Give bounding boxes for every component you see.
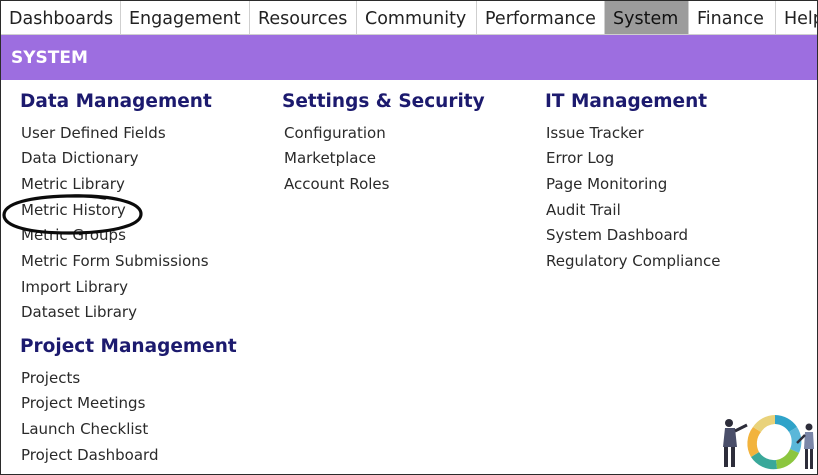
heading-project-management: Project Management [20, 336, 237, 357]
link-marketplace[interactable]: Marketplace [284, 149, 376, 167]
link-project-dashboard[interactable]: Project Dashboard [21, 446, 158, 464]
link-projects[interactable]: Projects [21, 369, 80, 387]
app-window: Dashboards Engagement Resources Communit… [0, 0, 818, 475]
link-account-roles[interactable]: Account Roles [284, 175, 389, 193]
highlight-circle [2, 194, 143, 235]
link-error-log[interactable]: Error Log [546, 149, 614, 167]
link-system-dashboard[interactable]: System Dashboard [546, 226, 688, 244]
link-import-library[interactable]: Import Library [21, 278, 128, 296]
tab-community[interactable]: Community [357, 1, 477, 34]
link-metric-form-submissions[interactable]: Metric Form Submissions [21, 252, 209, 270]
top-navigation: Dashboards Engagement Resources Communit… [1, 1, 817, 35]
tab-system[interactable]: System [605, 1, 689, 34]
link-user-defined-fields[interactable]: User Defined Fields [21, 124, 166, 142]
tab-help[interactable]: Help [776, 1, 817, 34]
section-banner: SYSTEM [1, 35, 817, 80]
heading-it-management: IT Management [545, 91, 708, 112]
link-issue-tracker[interactable]: Issue Tracker [546, 124, 644, 142]
link-configuration[interactable]: Configuration [284, 124, 386, 142]
tab-resources[interactable]: Resources [250, 1, 357, 34]
link-audit-trail[interactable]: Audit Trail [546, 201, 621, 219]
heading-data-management: Data Management [20, 91, 212, 112]
link-project-meetings[interactable]: Project Meetings [21, 394, 145, 412]
link-launch-checklist[interactable]: Launch Checklist [21, 420, 148, 438]
tab-engagement[interactable]: Engagement [121, 1, 250, 34]
link-regulatory-compliance[interactable]: Regulatory Compliance [546, 252, 721, 270]
link-page-monitoring[interactable]: Page Monitoring [546, 175, 667, 193]
heading-settings-security: Settings & Security [282, 91, 485, 112]
link-data-dictionary[interactable]: Data Dictionary [21, 149, 139, 167]
tab-finance[interactable]: Finance [689, 1, 776, 34]
link-metric-library[interactable]: Metric Library [21, 175, 125, 193]
link-dataset-library[interactable]: Dataset Library [21, 303, 137, 321]
tab-performance[interactable]: Performance [477, 1, 605, 34]
tab-dashboards[interactable]: Dashboards [1, 1, 121, 34]
team-illustration-icon [723, 415, 814, 470]
